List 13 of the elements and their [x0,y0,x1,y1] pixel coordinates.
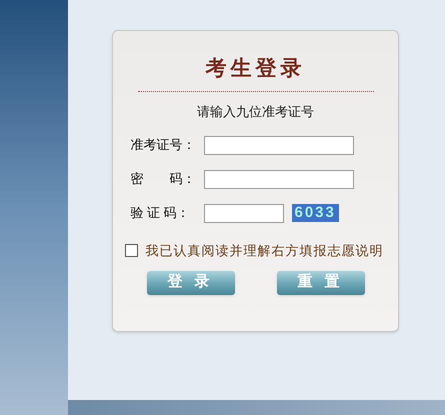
agreement-checkbox[interactable] [124,244,138,258]
field-label: 准考证号： [130,136,196,154]
login-title: 考生登录 [206,56,306,82]
exam-number-field[interactable] [204,136,354,154]
reset-button[interactable]: 重 置 [276,270,364,294]
login-button[interactable]: 登 录 [146,270,234,294]
captcha-code: 6033 [292,204,339,222]
instruction-text: 请输入九位准考证号 [197,102,314,120]
captcha-field[interactable] [204,204,284,222]
agreement-text: 我已认真阅读并理解右方填报志愿说明 [146,242,384,260]
field-label: 密 码： [130,170,196,188]
password-field[interactable] [204,170,354,188]
field-label: 验 证 码： [130,204,191,222]
